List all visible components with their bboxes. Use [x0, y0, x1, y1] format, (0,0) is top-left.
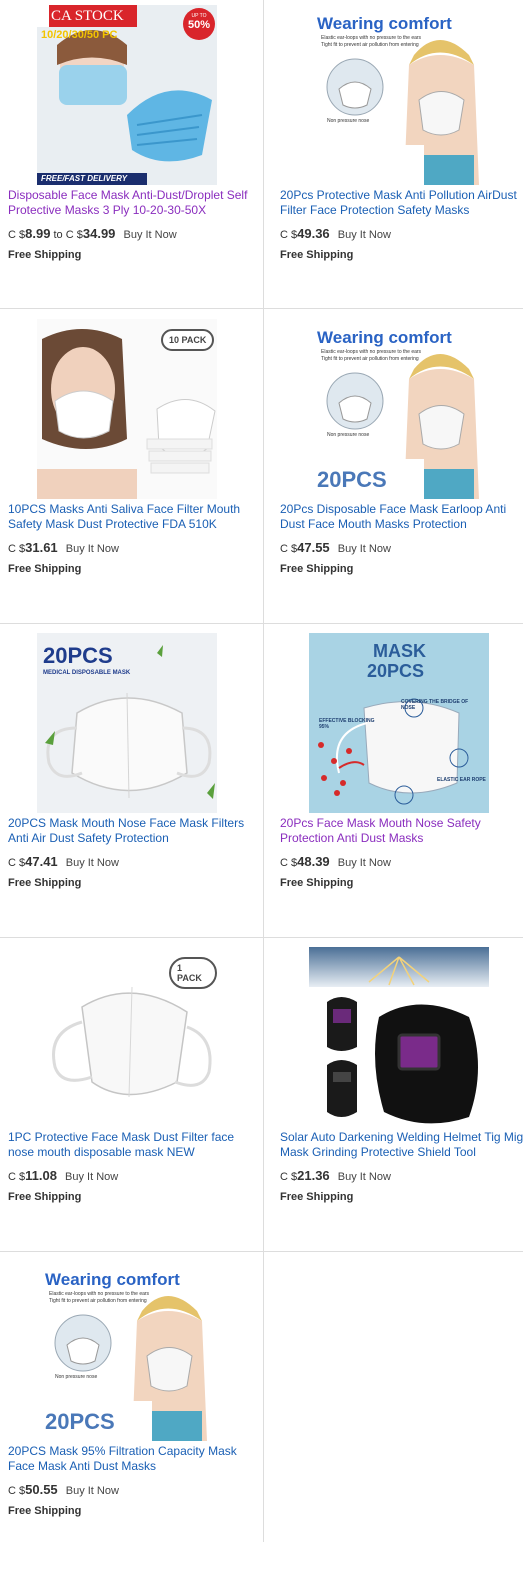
kn95-mask-image[interactable]: 20PCS MEDICAL DISPOSABLE MASK	[37, 633, 217, 813]
price: 47.41	[25, 854, 58, 869]
listing-title[interactable]: 20PCS Mask 95% Filtration Capacity Mask …	[8, 1444, 254, 1474]
listing-title[interactable]: 20Pcs Face Mask Mouth Nose Safety Protec…	[280, 816, 523, 846]
price-line: C $11.08 Buy It Now	[8, 1168, 119, 1183]
count-label: 20PCS	[317, 467, 387, 492]
shipping-label: Free Shipping	[280, 1191, 354, 1203]
price-line: C $47.41 Buy It Now	[8, 854, 119, 869]
image-heading: Wearing comfort	[45, 1270, 180, 1289]
discount-badge: UP TO 50%	[183, 8, 215, 40]
price-line: C $21.36 Buy It Now	[280, 1168, 391, 1183]
price-line: C $8.99 to C $34.99 Buy It Now	[8, 226, 177, 241]
listing-card[interactable]: MASK 20PCS COVERING THE BRIDGE OF NOSE E…	[272, 628, 523, 942]
listing-card[interactable]: Wearing comfort Elastic ear-loops with n…	[272, 0, 523, 314]
buy-it-now-label: Buy It Now	[65, 857, 119, 869]
listing-card[interactable]: 10 PACK 10PCS Masks Anti Saliva Face Fil…	[0, 314, 262, 628]
image-heading: Wearing comfort	[317, 328, 452, 347]
listing-title[interactable]: Disposable Face Mask Anti-Dust/Droplet S…	[8, 188, 254, 218]
price-line: C $47.55 Buy It Now	[280, 540, 391, 555]
buy-it-now-label: Buy It Now	[123, 229, 177, 241]
delivery-text: FREE/FAST DELIVERY	[41, 174, 128, 183]
kn95-mask-diagram-image[interactable]: MASK 20PCS COVERING THE BRIDGE OF NOSE E…	[309, 633, 489, 813]
price-line: C $49.36 Buy It Now	[280, 226, 391, 241]
listing-title[interactable]: Solar Auto Darkening Welding Helmet Tig …	[280, 1130, 523, 1160]
cup-mask-image[interactable]: Wearing comfort Elastic ear-loops with n…	[309, 5, 489, 185]
buy-it-now-label: Buy It Now	[337, 543, 391, 555]
buy-it-now-label: Buy It Now	[337, 1171, 391, 1183]
listing-card[interactable]: Wearing comfort Elastic ear-loops with n…	[0, 1256, 262, 1570]
price: 47.55	[297, 540, 330, 555]
shipping-label: Free Shipping	[280, 563, 354, 575]
pack-badge: 10 PACK	[161, 329, 215, 351]
shipping-label: Free Shipping	[280, 877, 354, 889]
listing-title[interactable]: 10PCS Masks Anti Saliva Face Filter Mout…	[8, 502, 254, 532]
shipping-label: Free Shipping	[8, 563, 82, 575]
listing-title[interactable]: 1PC Protective Face Mask Dust Filter fac…	[8, 1130, 254, 1160]
price-line: C $50.55 Buy It Now	[8, 1482, 119, 1497]
welding-helmet-image[interactable]	[309, 947, 489, 1127]
banner-sub: 10/20/30/50 PC	[41, 29, 118, 41]
shipping-label: Free Shipping	[8, 1191, 82, 1203]
column-divider	[263, 0, 264, 1542]
price: 48.39	[297, 854, 330, 869]
listing-card[interactable]: 20PCS MEDICAL DISPOSABLE MASK 20PCS Mask…	[0, 628, 262, 942]
price-line: C $31.61 Buy It Now	[8, 540, 119, 555]
buy-it-now-label: Buy It Now	[65, 543, 119, 555]
pack-badge: 1 PACK	[169, 957, 217, 989]
buy-it-now-label: Buy It Now	[337, 229, 391, 241]
cup-mask-image[interactable]: Wearing comfort Elastic ear-loops with n…	[37, 1261, 217, 1441]
price: 8.99	[25, 226, 51, 241]
listing-card[interactable]: 1 PACK 1PC Protective Face Mask Dust Fil…	[0, 942, 262, 1256]
kn95-mask-woman-image[interactable]: 10 PACK	[37, 319, 217, 499]
buy-it-now-label: Buy It Now	[337, 857, 391, 869]
buy-it-now-label: Buy It Now	[65, 1171, 119, 1183]
price-max: 34.99	[82, 226, 116, 241]
listing-title[interactable]: 20Pcs Protective Mask Anti Pollution Air…	[280, 188, 523, 218]
shipping-label: Free Shipping	[8, 249, 82, 261]
results-grid: CA STOCK 10/20/30/50 PC UP TO 50% FREE/F…	[0, 0, 523, 1542]
price: 49.36	[297, 226, 330, 241]
price: 31.61	[25, 540, 58, 555]
shipping-label: Free Shipping	[8, 877, 82, 889]
listing-card[interactable]: CA STOCK 10/20/30/50 PC UP TO 50% FREE/F…	[0, 0, 262, 314]
price-line: C $48.39 Buy It Now	[280, 854, 391, 869]
cup-mask-image[interactable]: Wearing comfort Elastic ear-loops with n…	[309, 319, 489, 499]
kn95-mask-image[interactable]: 1 PACK	[37, 947, 217, 1127]
listing-title[interactable]: 20Pcs Disposable Face Mask Earloop Anti …	[280, 502, 523, 532]
listing-card[interactable]: Wearing comfort Elastic ear-loops with n…	[272, 314, 523, 628]
shipping-label: Free Shipping	[8, 1505, 82, 1517]
listing-title[interactable]: 20PCS Mask Mouth Nose Face Mask Filters …	[8, 816, 254, 846]
buy-it-now-label: Buy It Now	[65, 1485, 119, 1497]
count-label: 20PCS	[45, 1409, 115, 1434]
count-label: 20PCS	[43, 643, 113, 668]
image-heading: MASK	[373, 641, 426, 661]
price: 50.55	[25, 1482, 58, 1497]
price: 21.36	[297, 1168, 330, 1183]
banner-text: CA STOCK	[51, 8, 124, 24]
shipping-label: Free Shipping	[280, 249, 354, 261]
price: 11.08	[25, 1168, 57, 1183]
surgical-mask-image[interactable]: CA STOCK 10/20/30/50 PC UP TO 50% FREE/F…	[37, 5, 217, 185]
listing-card[interactable]: Solar Auto Darkening Welding Helmet Tig …	[272, 942, 523, 1256]
image-heading: Wearing comfort	[317, 14, 452, 33]
